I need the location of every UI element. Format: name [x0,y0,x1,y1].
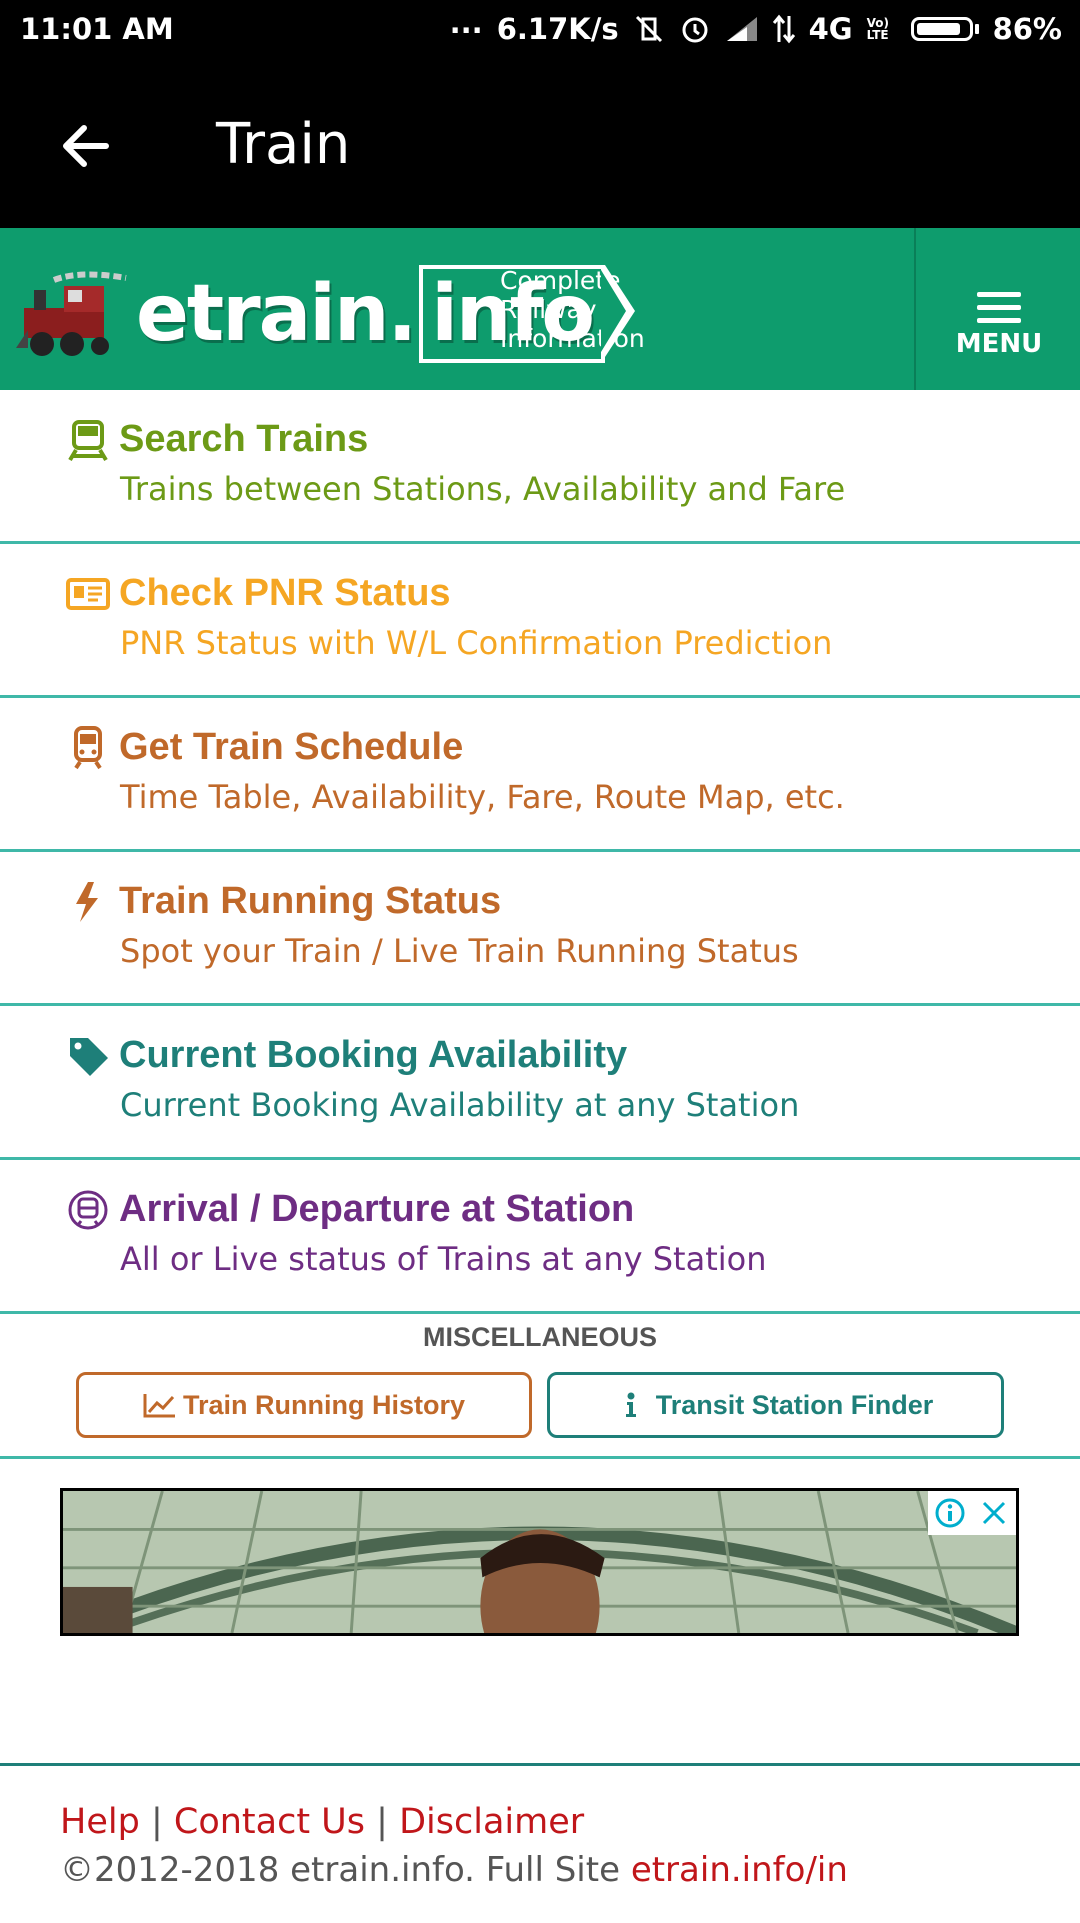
contact-us-link[interactable]: Contact Us [174,1802,365,1842]
section-heading: MISCELLANEOUS [422,1322,657,1352]
menu-label: MENU [955,329,1043,359]
item-title: Search Trains [119,418,369,460]
ad-info-icon[interactable] [928,1491,972,1535]
site-header: etrain. info Complete Railway Information… [0,228,1080,390]
tag-icon [70,1038,108,1076]
subway-icon [68,1190,108,1230]
page-title: Train [216,112,351,177]
item-title: Current Booking Availability [119,1034,628,1076]
volte-icon: Vo) LTE [866,16,889,42]
item-subtitle: Trains between Stations, Availability an… [120,470,846,508]
current-booking-availability-item[interactable]: Current Booking Availability Current Boo… [0,1006,1080,1160]
item-subtitle: Time Table, Availability, Fare, Route Ma… [120,778,845,816]
data-arrows-icon [772,14,795,44]
item-title: Check PNR Status [119,572,451,614]
item-subtitle: Current Booking Availability at any Stat… [120,1086,800,1124]
arrow-left-icon[interactable] [56,116,116,176]
ad-image [63,1491,1016,1633]
feature-list: Search Trains Trains between Stations, A… [0,390,1080,1314]
help-link[interactable]: Help [60,1802,140,1842]
train-icon [74,726,102,770]
network-speed: 6.17K/s [496,12,619,46]
battery-icon [910,17,979,41]
item-subtitle: Spot your Train / Live Train Running Sta… [120,932,799,970]
footer-links: Help | Contact Us | Disclaimer [60,1802,584,1842]
line-chart-icon [143,1394,175,1418]
ad-banner[interactable] [60,1488,1019,1636]
item-subtitle: PNR Status with W/L Confirmation Predict… [120,624,833,662]
full-site-link[interactable]: etrain.info/in [631,1850,848,1890]
vibrate-off-icon [633,13,665,45]
battery-percent: 86% [992,12,1062,46]
item-title: Get Train Schedule [119,726,464,768]
copyright-text: ©2012-2018 etrain.info. Full Site [60,1850,631,1890]
transit-station-finder-button[interactable]: Transit Station Finder [547,1372,1004,1438]
button-label: Train Running History [182,1389,465,1420]
search-trains-item[interactable]: Search Trains Trains between Stations, A… [0,390,1080,544]
ad-close-icon[interactable] [972,1491,1016,1535]
button-label: Transit Station Finder [655,1389,934,1420]
miscellaneous-section: MISCELLANEOUS Train Running History Tran… [0,1308,1080,1459]
ad-controls [928,1491,1016,1535]
steam-engine-icon [16,271,127,356]
item-subtitle: All or Live status of Trains at any Stat… [120,1240,767,1278]
id-card-icon [66,578,110,610]
alarm-icon [679,13,711,45]
signal-icon [725,15,759,43]
train-front-icon [68,420,108,462]
app-bar: Train [0,62,1080,228]
status-right: ... 6.17K/s 4G Vo) LTE 86% [450,6,1062,46]
item-title: Arrival / Departure at Station [119,1188,635,1230]
bolt-icon [76,882,98,922]
item-title: Train Running Status [119,880,502,922]
get-train-schedule-item[interactable]: Get Train Schedule Time Table, Availabil… [0,698,1080,852]
arrival-departure-item[interactable]: Arrival / Departure at Station All or Li… [0,1160,1080,1314]
info-icon [625,1392,636,1417]
status-time: 11:01 AM [20,12,174,46]
separator: | [376,1802,388,1842]
copyright: ©2012-2018 etrain.info. Full Site etrain… [60,1850,848,1890]
disclaimer-link[interactable]: Disclaimer [399,1802,584,1842]
hamburger-icon [977,292,1021,323]
train-running-status-item[interactable]: Train Running Status Spot your Train / L… [0,852,1080,1006]
footer: Help | Contact Us | Disclaimer ©2012-201… [0,1763,1080,1923]
network-type: 4G [808,12,853,46]
check-pnr-status-item[interactable]: Check PNR Status PNR Status with W/L Con… [0,544,1080,698]
train-running-history-button[interactable]: Train Running History [76,1372,532,1438]
menu-button[interactable]: MENU [914,228,1080,390]
more-notifications-icon: ... [449,6,483,40]
separator: | [150,1802,163,1842]
status-bar: 11:01 AM ... 6.17K/s 4G Vo) LTE 86% [0,0,1080,62]
